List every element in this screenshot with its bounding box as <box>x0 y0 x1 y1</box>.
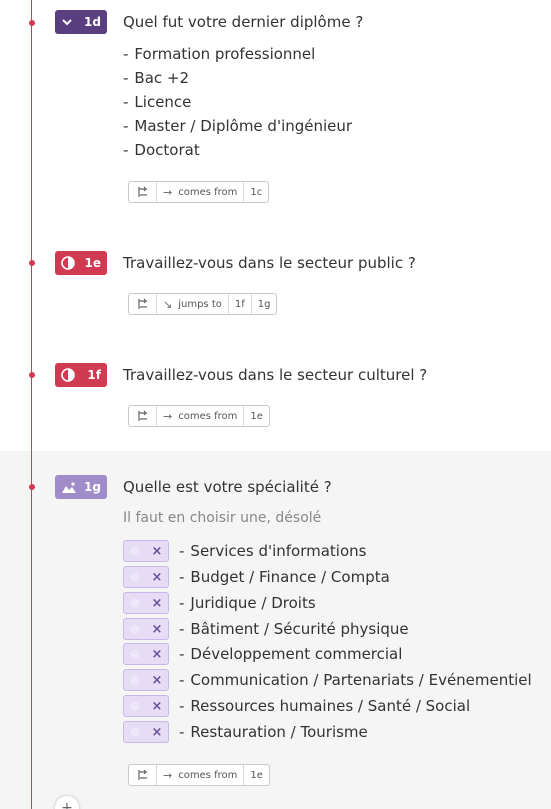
image-thumbnail[interactable]: ◎ × <box>123 618 169 640</box>
image-option: ◎ × - Restauration / Tourisme <box>123 721 368 743</box>
timeline-dot <box>29 484 35 490</box>
arrow-right-icon: → <box>163 185 173 199</box>
list-item: - Master / Diplôme d'ingénieur <box>123 117 353 135</box>
logic-target[interactable]: 1e <box>244 406 269 426</box>
image-icon: ◎ <box>130 726 140 738</box>
image-icon: ◎ <box>130 648 140 660</box>
image-thumbnail[interactable]: ◎ × <box>123 669 169 691</box>
logic-relation: → comes from <box>157 406 245 426</box>
logic-relation: → comes from <box>157 765 245 785</box>
arrow-right-icon: → <box>163 409 173 423</box>
image-icon: ◎ <box>130 545 140 557</box>
question-subtitle: Il faut en choisir une, désolé <box>123 510 322 526</box>
remove-icon[interactable]: × <box>146 670 168 690</box>
question-title: Travaillez-vous dans le secteur culturel… <box>123 366 428 384</box>
image-thumbnail[interactable]: ◎ × <box>123 566 169 588</box>
image-thumbnail[interactable]: ◎ × <box>123 592 169 614</box>
image-icon: ◎ <box>130 597 140 609</box>
question-title: Travaillez-vous dans le secteur public ? <box>123 254 416 272</box>
list-item: - Doctorat <box>123 141 200 159</box>
image-option: ◎ × - Juridique / Droits <box>123 592 316 614</box>
remove-icon[interactable]: × <box>146 619 168 639</box>
image-icon: ◎ <box>130 623 140 635</box>
logic-relation: → comes from <box>157 182 245 202</box>
remove-icon[interactable]: × <box>146 567 168 587</box>
list-item: - Formation professionnel <box>123 45 316 63</box>
branch-icon[interactable] <box>129 765 157 785</box>
image-option: ◎ × - Développement commercial <box>123 643 402 665</box>
timeline-dot <box>29 20 35 26</box>
remove-icon[interactable]: × <box>146 644 168 664</box>
remove-icon[interactable]: × <box>146 593 168 613</box>
logic-target[interactable]: 1f <box>229 294 252 314</box>
image-thumbnail[interactable]: ◎ × <box>123 721 169 743</box>
question-badge-1e[interactable]: 1e <box>55 251 107 275</box>
logic-bar[interactable]: → comes from 1c <box>128 181 270 203</box>
image-icon <box>62 481 76 493</box>
half-circle-icon <box>61 368 75 382</box>
image-option: ◎ × - Bâtiment / Sécurité physique <box>123 618 409 640</box>
branch-icon[interactable] <box>129 182 157 202</box>
remove-icon[interactable]: × <box>146 541 168 561</box>
image-option: ◎ × - Ressources humaines / Santé / Social <box>123 695 470 717</box>
question-title: Quel fut votre dernier diplôme ? <box>123 13 364 31</box>
logic-target[interactable]: 1c <box>244 182 268 202</box>
image-icon: ◎ <box>130 674 140 686</box>
timeline-dot <box>29 372 35 378</box>
image-option: ◎ × - Services d'informations <box>123 540 366 562</box>
question-badge-1f[interactable]: 1f <box>55 363 107 387</box>
image-thumbnail[interactable]: ◎ × <box>123 540 169 562</box>
image-thumbnail[interactable]: ◎ × <box>123 643 169 665</box>
image-option: ◎ × - Communication / Partenariats / Evéne… <box>123 669 532 691</box>
image-option: ◎ × - Budget / Finance / Compta <box>123 566 390 588</box>
arrow-right-icon: → <box>163 768 173 782</box>
list-item: - Licence <box>123 93 192 111</box>
question-title: Quelle est votre spécialité ? <box>123 478 332 496</box>
logic-bar[interactable]: → comes from 1e <box>128 405 270 427</box>
logic-target[interactable]: 1e <box>244 765 269 785</box>
logic-bar[interactable]: ↘ jumps to 1f 1g <box>128 293 278 315</box>
half-circle-icon <box>61 256 75 270</box>
image-thumbnail[interactable]: ◎ × <box>123 695 169 717</box>
timeline-line <box>31 0 32 809</box>
question-badge-1d[interactable]: 1d <box>55 10 107 34</box>
image-icon: ◎ <box>130 571 140 583</box>
chevron-down-icon <box>62 19 72 26</box>
branch-icon[interactable] <box>129 294 157 314</box>
remove-icon[interactable]: × <box>146 696 168 716</box>
question-badge-1g[interactable]: 1g <box>55 475 107 499</box>
arrow-down-right-icon: ↘ <box>163 297 173 311</box>
list-item: - Bac +2 <box>123 69 190 87</box>
remove-icon[interactable]: × <box>146 722 168 742</box>
timeline-dot <box>29 260 35 266</box>
logic-relation: ↘ jumps to <box>157 294 229 314</box>
branch-icon[interactable] <box>129 406 157 426</box>
logic-bar[interactable]: → comes from 1e <box>128 764 270 786</box>
image-icon: ◎ <box>130 700 140 712</box>
logic-target[interactable]: 1g <box>252 294 277 314</box>
